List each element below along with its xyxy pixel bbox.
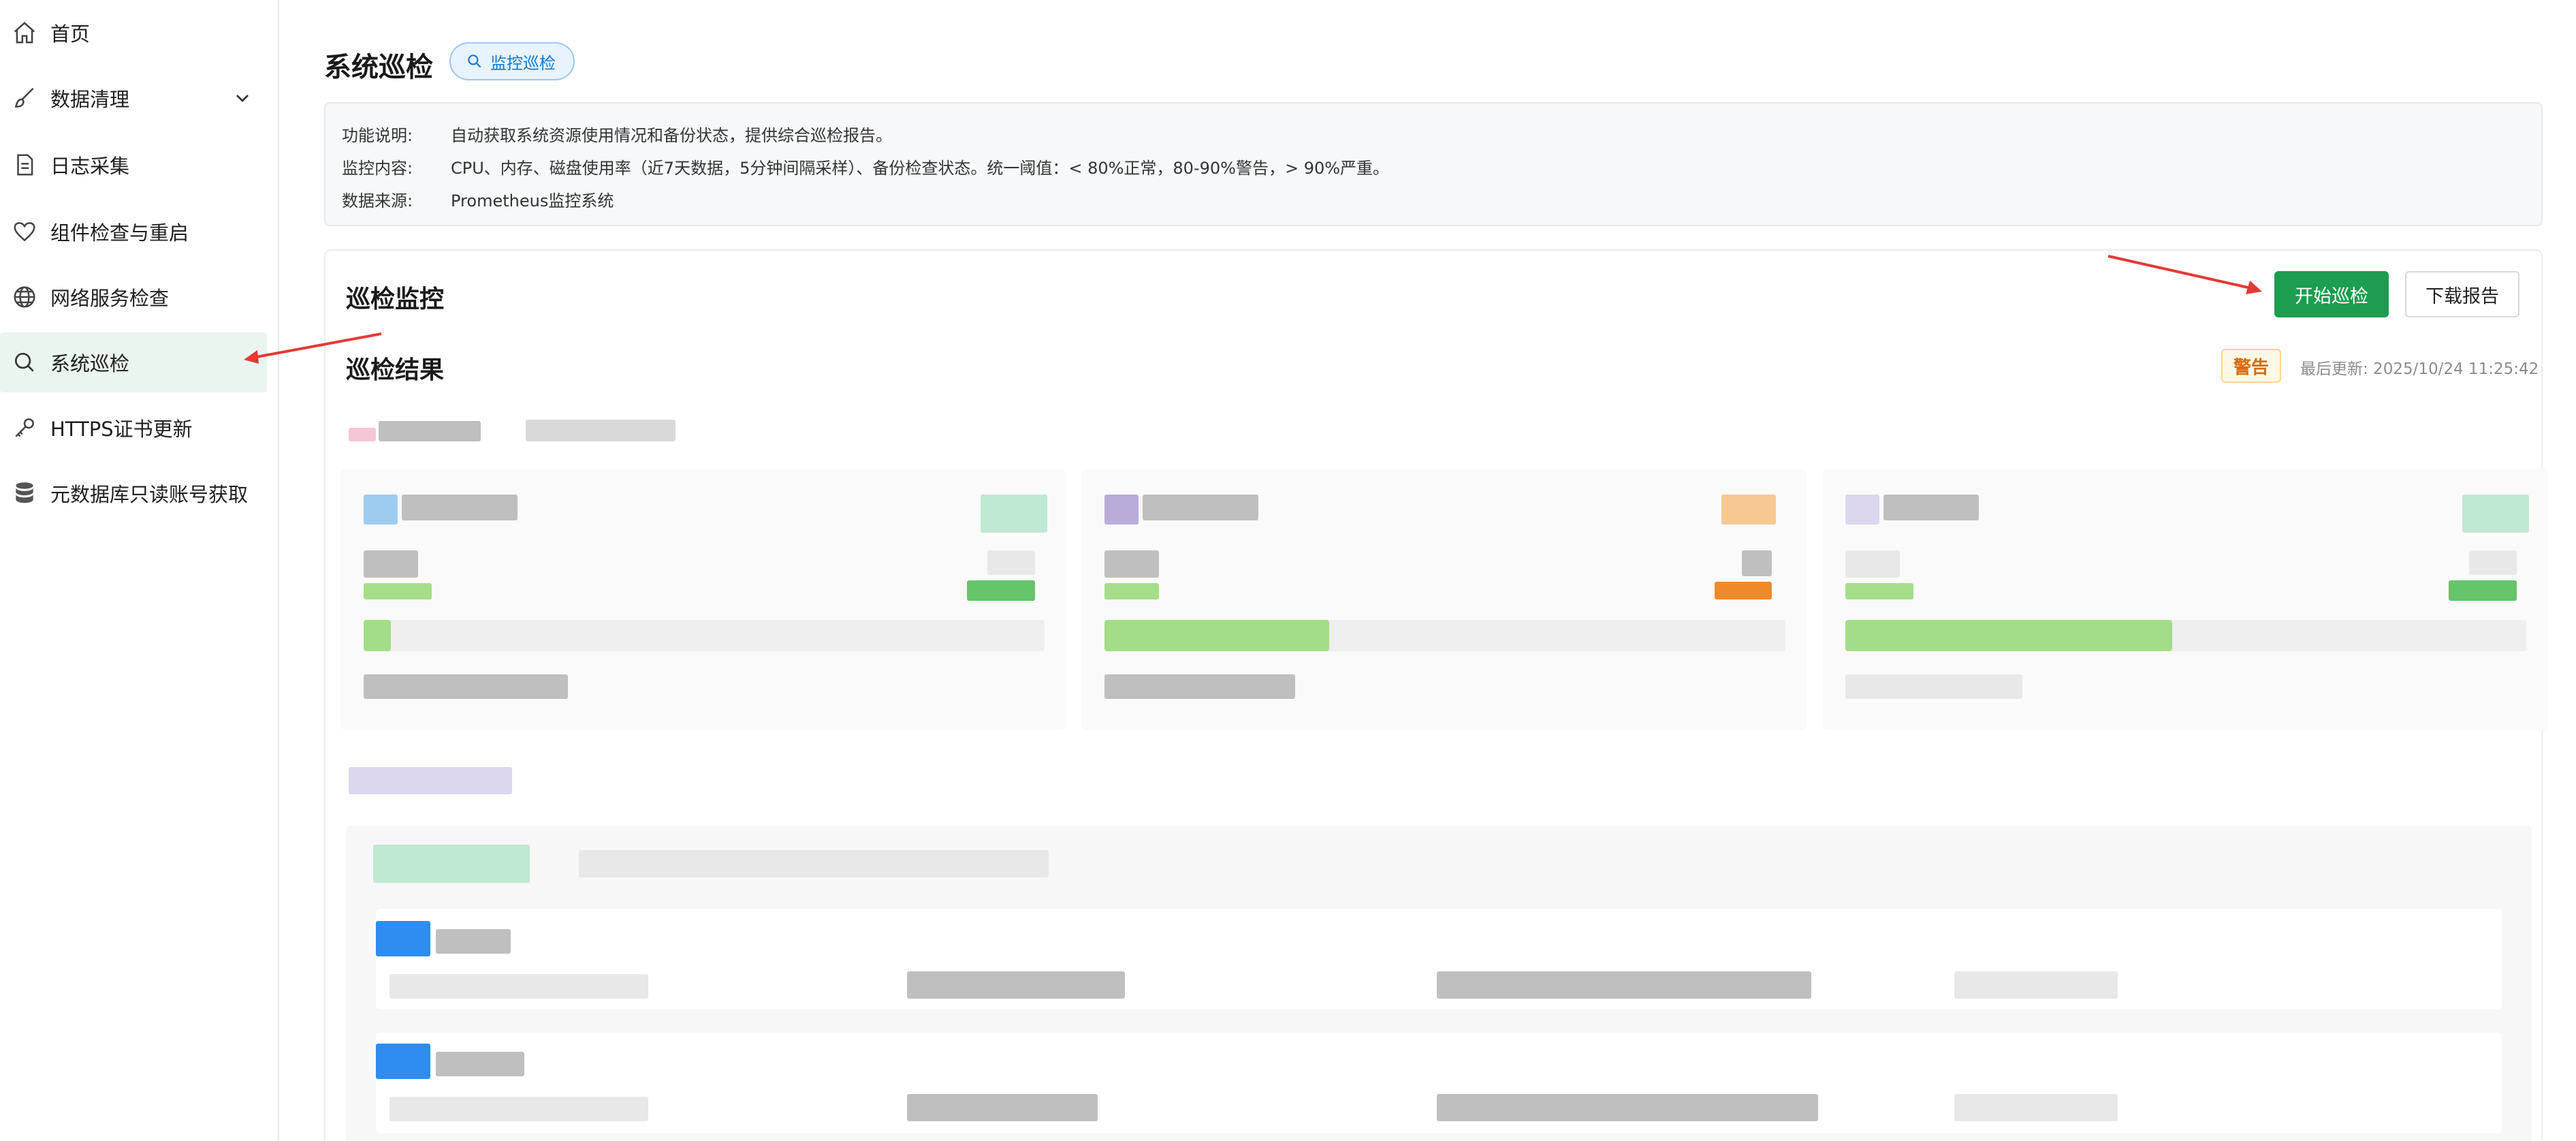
redacted-icon: [1104, 495, 1139, 525]
description-row: 功能说明: 自动获取系统资源使用情况和备份状态，提供综合巡检报告。: [342, 117, 2525, 150]
document-icon: [11, 151, 38, 178]
home-icon: [11, 19, 38, 46]
description-box: 功能说明: 自动获取系统资源使用情况和备份状态，提供综合巡检报告。 监控内容: …: [324, 102, 2543, 226]
redacted-icon: [1845, 495, 1879, 525]
page-title: 系统巡检: [324, 52, 433, 83]
redacted-block: [1143, 495, 1258, 520]
redacted-block: [1954, 1094, 2118, 1121]
sidebar-item-network-check[interactable]: 网络服务检查: [0, 267, 267, 327]
description-label: 监控内容:: [342, 158, 413, 178]
start-inspection-button[interactable]: 开始巡检: [2274, 271, 2389, 317]
redacted-block: [981, 495, 1047, 533]
redacted-block: [967, 580, 1035, 601]
redacted-icon: [376, 1044, 430, 1079]
redacted-block: [436, 1052, 524, 1076]
redacted-block: [389, 1097, 648, 1121]
redacted-block: [1104, 583, 1159, 599]
redacted-block: [1437, 1094, 1818, 1121]
redacted-block: [987, 550, 1035, 575]
sidebar-item-label: 网络服务检查: [50, 287, 170, 310]
redacted-block: [1104, 674, 1295, 699]
sidebar: 首页 数据清理 日志采集 组件检查与重启 网络服务检查 系统巡检 HTTPS证书…: [0, 0, 279, 1141]
description-row: 监控内容: CPU、内存、磁盘使用率（近7天数据，5分钟间隔采样）、备份检查状态…: [342, 150, 2525, 183]
redacted-badge: [373, 845, 530, 883]
status-badge: 警告: [2221, 349, 2282, 383]
redacted-block: [2449, 580, 2517, 601]
sidebar-item-label: 首页: [50, 22, 91, 46]
monitor-tag: 监控巡检: [449, 42, 575, 80]
sidebar-item-label: 元数据库只读账号获取: [50, 483, 249, 506]
sidebar-item-data-cleanup[interactable]: 数据清理: [0, 68, 267, 128]
redacted-block: [579, 850, 1049, 877]
redacted-icon: [364, 495, 398, 525]
sidebar-item-component-check[interactable]: 组件检查与重启: [0, 202, 267, 262]
description-row: 数据来源: Prometheus监控系统: [342, 183, 2525, 215]
sidebar-item-https-cert[interactable]: HTTPS证书更新: [0, 398, 267, 458]
redacted-block: [364, 674, 568, 699]
sidebar-item-metadb-account[interactable]: 元数据库只读账号获取: [0, 463, 267, 523]
redacted-block: [436, 929, 511, 954]
last-update-timestamp: 最后更新: 2025/10/24 11:25:42: [2300, 360, 2539, 378]
description-value: Prometheus监控系统: [451, 191, 614, 210]
key-icon: [11, 414, 38, 441]
redacted-block: [1845, 550, 1900, 578]
redacted-block: [402, 495, 518, 520]
redacted-block: [379, 421, 481, 441]
search-icon: [468, 54, 481, 68]
heart-icon: [11, 218, 38, 245]
redacted-icon: [376, 921, 430, 956]
redacted-block: [526, 420, 675, 441]
tag-label: 监控巡检: [490, 53, 556, 73]
globe-icon: [11, 283, 38, 311]
chevron-down-icon[interactable]: [232, 87, 253, 109]
redacted-block: [1721, 495, 1776, 525]
redacted-block: [2462, 495, 2529, 533]
resource-card: [340, 469, 1066, 730]
redacted-block: [1715, 582, 1772, 599]
resource-card: [1081, 469, 1807, 730]
redacted-block: [1742, 550, 1772, 576]
search-icon: [11, 349, 38, 376]
redacted-block: [1104, 550, 1159, 578]
redacted-block: [1883, 495, 1979, 520]
redacted-block: [1845, 674, 2022, 699]
redacted-block: [907, 1094, 1098, 1121]
usage-bar: [364, 620, 1045, 651]
sidebar-item-label: 数据清理: [50, 88, 130, 111]
sidebar-item-system-inspection[interactable]: 系统巡检: [0, 332, 267, 392]
results-title: 巡检结果: [346, 356, 445, 384]
description-value: CPU、内存、磁盘使用率（近7天数据，5分钟间隔采样）、备份检查状态。统一阈值：…: [451, 158, 1390, 178]
description-label: 数据来源:: [342, 191, 413, 210]
download-report-button[interactable]: 下载报告: [2405, 271, 2519, 317]
description-label: 功能说明:: [342, 125, 413, 145]
sidebar-item-home[interactable]: 首页: [0, 3, 267, 63]
sidebar-item-label: 日志采集: [50, 155, 130, 178]
description-value: 自动获取系统资源使用情况和备份状态，提供综合巡检报告。: [451, 125, 892, 145]
redacted-block: [364, 583, 432, 599]
redacted-block: [907, 971, 1125, 999]
usage-bar-fill: [1104, 620, 1329, 651]
redacted-block: [1845, 583, 1913, 599]
resource-card: [1822, 469, 2548, 730]
usage-bar-fill: [364, 620, 391, 651]
usage-bar-fill: [1845, 620, 2172, 651]
redacted-block: [389, 974, 648, 999]
panel-title: 巡检监控: [346, 285, 445, 313]
usage-bar: [1845, 620, 2526, 651]
sidebar-item-label: 组件检查与重启: [50, 221, 189, 245]
database-icon: [11, 480, 38, 507]
redacted-block: [2469, 550, 2517, 575]
redacted-block: [1437, 971, 1811, 999]
redacted-block: [364, 550, 418, 578]
redacted-block: [1954, 971, 2118, 999]
sidebar-item-label: 系统巡检: [50, 352, 130, 375]
brush-icon: [11, 84, 38, 112]
usage-bar: [1104, 620, 1785, 651]
redacted-block: [349, 428, 376, 441]
sidebar-item-label: HTTPS证书更新: [50, 418, 193, 441]
redacted-section-title: [349, 767, 512, 794]
sidebar-item-log-collection[interactable]: 日志采集: [0, 135, 267, 195]
